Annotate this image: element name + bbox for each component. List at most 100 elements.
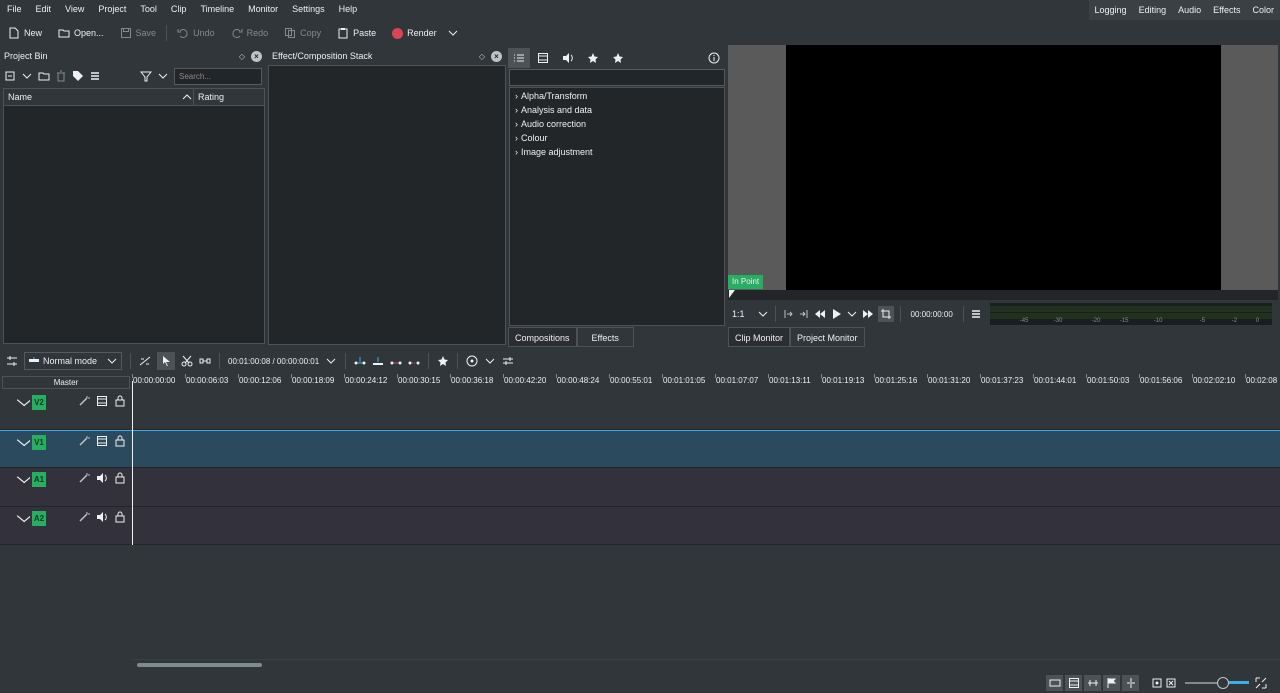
track-v1[interactable]: V1 xyxy=(0,430,1280,468)
video-effects-button[interactable] xyxy=(530,52,555,64)
chevron-down-icon[interactable] xyxy=(484,355,496,367)
track-tag[interactable]: A1 xyxy=(32,472,46,487)
project-bin-search-input[interactable] xyxy=(174,67,262,85)
menu-tool[interactable]: Tool xyxy=(133,0,164,18)
show-video-button[interactable] xyxy=(1065,675,1082,691)
save-button[interactable]: Save xyxy=(112,22,165,44)
menu-help[interactable]: Help xyxy=(332,0,365,18)
set-in-point-icon[interactable] xyxy=(782,308,794,320)
mixer-icon[interactable] xyxy=(502,355,514,367)
edit-mode-select[interactable]: Normal mode xyxy=(24,352,122,370)
float-dock-icon[interactable]: ◇ xyxy=(479,52,485,61)
lock-icon[interactable] xyxy=(114,395,126,407)
category-alpha-transform[interactable]: › Alpha/Transform xyxy=(510,89,724,103)
star-icon[interactable] xyxy=(437,355,449,367)
effects-wand-icon[interactable] xyxy=(78,395,90,407)
tab-project-monitor[interactable]: Project Monitor xyxy=(790,327,865,347)
render-button[interactable]: Render xyxy=(384,22,467,44)
lock-icon[interactable] xyxy=(114,511,126,523)
column-header-rating[interactable]: Rating xyxy=(194,92,224,102)
menu-timeline[interactable]: Timeline xyxy=(193,0,241,18)
new-button[interactable]: New xyxy=(0,22,50,44)
chevron-down-icon[interactable] xyxy=(21,70,33,82)
crop-toggle-button[interactable] xyxy=(877,306,894,322)
layout-effects[interactable]: Effects xyxy=(1207,0,1246,20)
fit-zoom-icon[interactable] xyxy=(1151,677,1163,689)
effects-wand-icon[interactable] xyxy=(78,435,90,447)
slip-tool-icon[interactable] xyxy=(139,355,151,367)
undo-button[interactable]: Undo xyxy=(169,22,223,44)
tab-clip-monitor[interactable]: Clip Monitor xyxy=(728,327,791,347)
favorite-effects-button[interactable] xyxy=(605,52,630,64)
show-markers-button[interactable] xyxy=(1103,675,1120,691)
menu-view[interactable]: View xyxy=(58,0,91,18)
float-dock-icon[interactable]: ◇ xyxy=(239,52,245,61)
menu-project[interactable]: Project xyxy=(91,0,133,18)
selection-tool-button[interactable] xyxy=(157,352,175,370)
menu-icon[interactable] xyxy=(89,70,101,82)
track-tag[interactable]: V1 xyxy=(32,435,46,450)
chevron-down-icon[interactable] xyxy=(16,435,30,449)
overwrite-clip-icon[interactable] xyxy=(372,355,384,367)
close-dock-icon[interactable]: × xyxy=(491,50,502,62)
razor-icon[interactable] xyxy=(181,355,193,367)
tag-icon[interactable] xyxy=(72,70,84,82)
monitor-timecode[interactable]: 00:00:00:00 xyxy=(907,310,957,319)
menu-clip[interactable]: Clip xyxy=(164,0,194,18)
film-icon[interactable] xyxy=(96,395,108,407)
rewind-icon[interactable] xyxy=(814,308,826,320)
track-tag[interactable]: V2 xyxy=(32,395,46,410)
fast-forward-icon[interactable] xyxy=(862,308,874,320)
project-bin-list[interactable]: Name Rating xyxy=(3,88,265,344)
timeline-scrollbar-track[interactable] xyxy=(132,659,1280,669)
copy-button[interactable]: Copy xyxy=(276,22,329,44)
zoom-select[interactable]: 1:1 xyxy=(732,308,769,320)
film-icon[interactable] xyxy=(96,435,108,447)
paste-button[interactable]: Paste xyxy=(329,22,384,44)
chevron-down-icon[interactable] xyxy=(447,27,459,39)
layout-audio[interactable]: Audio xyxy=(1172,0,1207,20)
show-thumbnails-button[interactable] xyxy=(1046,675,1063,691)
layout-logging[interactable]: Logging xyxy=(1089,0,1133,20)
track-a2[interactable]: A2 xyxy=(0,507,1280,545)
close-dock-icon[interactable]: × xyxy=(251,50,262,62)
track-v2[interactable]: V2 xyxy=(0,391,1280,430)
insert-clip-icon[interactable] xyxy=(354,355,366,367)
open-button[interactable]: Open... xyxy=(50,22,112,44)
track-a1[interactable]: A1 xyxy=(0,468,1280,507)
timeline-position[interactable]: 00:01:00:08 / 00:00:00:01 xyxy=(228,355,337,367)
add-clip-icon[interactable] xyxy=(4,70,16,82)
monitor-ruler[interactable] xyxy=(728,290,1278,300)
speaker-icon[interactable] xyxy=(96,511,108,523)
trash-icon[interactable] xyxy=(55,70,67,82)
list-view-button[interactable] xyxy=(508,48,530,68)
lock-icon[interactable] xyxy=(114,472,126,484)
timeline-scrollbar-handle[interactable] xyxy=(137,663,262,667)
tab-compositions[interactable]: Compositions xyxy=(508,327,577,347)
menu-icon[interactable] xyxy=(970,308,982,320)
audio-effects-button[interactable] xyxy=(555,52,580,64)
effects-wand-icon[interactable] xyxy=(78,472,90,484)
tab-effects[interactable]: Effects xyxy=(576,327,634,347)
snap-target-icon[interactable] xyxy=(466,355,478,367)
speaker-icon[interactable] xyxy=(96,472,108,484)
play-icon[interactable] xyxy=(830,308,842,320)
menu-monitor[interactable]: Monitor xyxy=(241,0,285,18)
chevron-down-icon[interactable] xyxy=(16,472,30,486)
show-audio-button[interactable] xyxy=(1084,675,1101,691)
layout-editing[interactable]: Editing xyxy=(1133,0,1173,20)
column-header-name[interactable]: Name xyxy=(4,89,194,105)
category-analysis-data[interactable]: › Analysis and data xyxy=(510,103,724,117)
video-display[interactable] xyxy=(786,45,1221,290)
extract-zone-icon[interactable] xyxy=(390,355,402,367)
chevron-down-icon[interactable] xyxy=(157,70,169,82)
chevron-down-icon[interactable] xyxy=(16,511,30,525)
add-folder-icon[interactable] xyxy=(38,70,50,82)
menu-file[interactable]: File xyxy=(0,0,29,18)
menu-settings[interactable]: Settings xyxy=(285,0,332,18)
zoom-in-icon[interactable] xyxy=(1255,677,1267,689)
zoom-slider-handle[interactable] xyxy=(1217,677,1229,689)
menu-edit[interactable]: Edit xyxy=(29,0,59,18)
category-colour[interactable]: › Colour xyxy=(510,131,724,145)
category-image-adjustment[interactable]: › Image adjustment xyxy=(510,145,724,159)
